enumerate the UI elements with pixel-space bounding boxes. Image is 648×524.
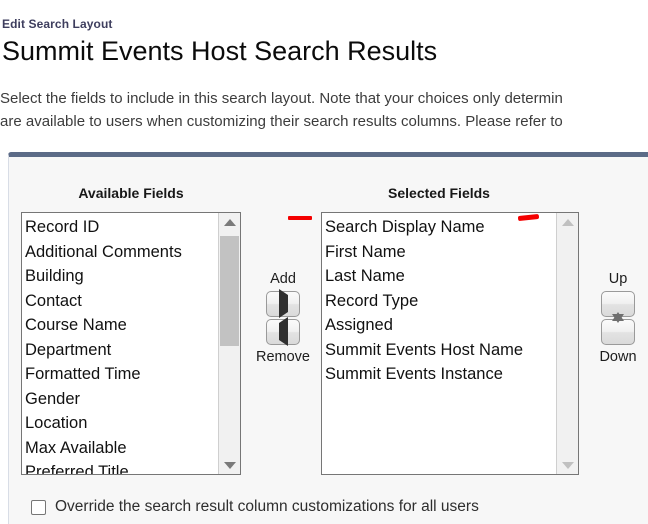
down-button-label: Down: [599, 349, 637, 365]
scroll-down-icon[interactable]: [557, 456, 578, 474]
remove-button-label: Remove: [256, 349, 310, 365]
page-title: Summit Events Host Search Results: [2, 36, 438, 66]
available-fields-scrollbar[interactable]: [218, 213, 240, 474]
scrollbar-thumb[interactable]: [220, 236, 239, 346]
remove-button[interactable]: [266, 317, 300, 346]
triangle-down-icon: [612, 314, 624, 341]
page-description: Select the fields to include in this sea…: [0, 87, 648, 133]
selected-field-option[interactable]: Summit Events Instance: [324, 362, 556, 387]
add-button-label: Add: [270, 271, 296, 287]
move-down-button[interactable]: [601, 314, 635, 345]
description-line-2: are available to users when customizing …: [0, 113, 563, 130]
available-field-option[interactable]: Gender: [24, 387, 218, 412]
selected-field-option[interactable]: Summit Events Host Name: [324, 338, 556, 363]
available-field-option[interactable]: Preferred Title: [24, 460, 218, 474]
transfer-buttons-group: Add Remove: [252, 269, 314, 367]
triangle-right-icon: [278, 289, 288, 318]
override-checkbox-label: Override the search result column custom…: [55, 498, 479, 515]
search-layout-panel: Available Fields Selected Fields Record …: [8, 152, 648, 524]
available-field-option[interactable]: Department: [24, 338, 218, 363]
available-field-option[interactable]: Formatted Time: [24, 362, 218, 387]
available-fields-heading: Available Fields: [78, 185, 184, 201]
available-field-option[interactable]: Max Available: [24, 436, 218, 461]
available-field-option[interactable]: Contact: [24, 289, 218, 314]
available-field-option[interactable]: Building: [24, 264, 218, 289]
breadcrumb-eyebrow: Edit Search Layout: [2, 17, 113, 31]
scroll-up-icon[interactable]: [557, 213, 578, 231]
reorder-buttons-group: Up Down: [587, 269, 648, 367]
description-line-1: Select the fields to include in this sea…: [0, 90, 563, 107]
available-fields-option-list[interactable]: Record ID Additional Comments Building Cont…: [22, 213, 218, 474]
selected-field-option[interactable]: First Name: [324, 240, 556, 265]
up-button-label: Up: [608, 271, 628, 287]
available-field-option[interactable]: Record ID: [24, 215, 218, 240]
override-checkbox[interactable]: [31, 499, 46, 515]
selected-field-option[interactable]: Last Name: [324, 264, 556, 289]
scroll-down-icon[interactable]: [219, 456, 240, 474]
add-button[interactable]: [266, 289, 300, 318]
available-fields-listbox[interactable]: Record ID Additional Comments Building Cont…: [21, 212, 241, 475]
available-field-option[interactable]: Course Name: [24, 313, 218, 338]
selected-field-option[interactable]: Assigned: [324, 313, 556, 338]
selected-fields-option-list[interactable]: Search Display Name First Name Last Name Re…: [322, 213, 556, 474]
scroll-up-icon[interactable]: [219, 213, 240, 231]
page-header: Edit Search Layout Summit Events Host Se…: [0, 0, 648, 68]
selected-fields-listbox[interactable]: Search Display Name First Name Last Name Re…: [321, 212, 579, 475]
available-field-option[interactable]: Location: [24, 411, 218, 436]
available-field-option[interactable]: Additional Comments: [24, 240, 218, 265]
selected-field-option[interactable]: Record Type: [324, 289, 556, 314]
override-checkbox-row[interactable]: Override the search result column custom…: [31, 497, 479, 517]
triangle-left-icon: [278, 317, 288, 346]
selected-fields-scrollbar[interactable]: [556, 213, 578, 474]
triangle-up-icon: [612, 295, 624, 321]
selected-field-option[interactable]: Search Display Name: [324, 215, 556, 240]
selected-fields-heading: Selected Fields: [388, 185, 490, 201]
